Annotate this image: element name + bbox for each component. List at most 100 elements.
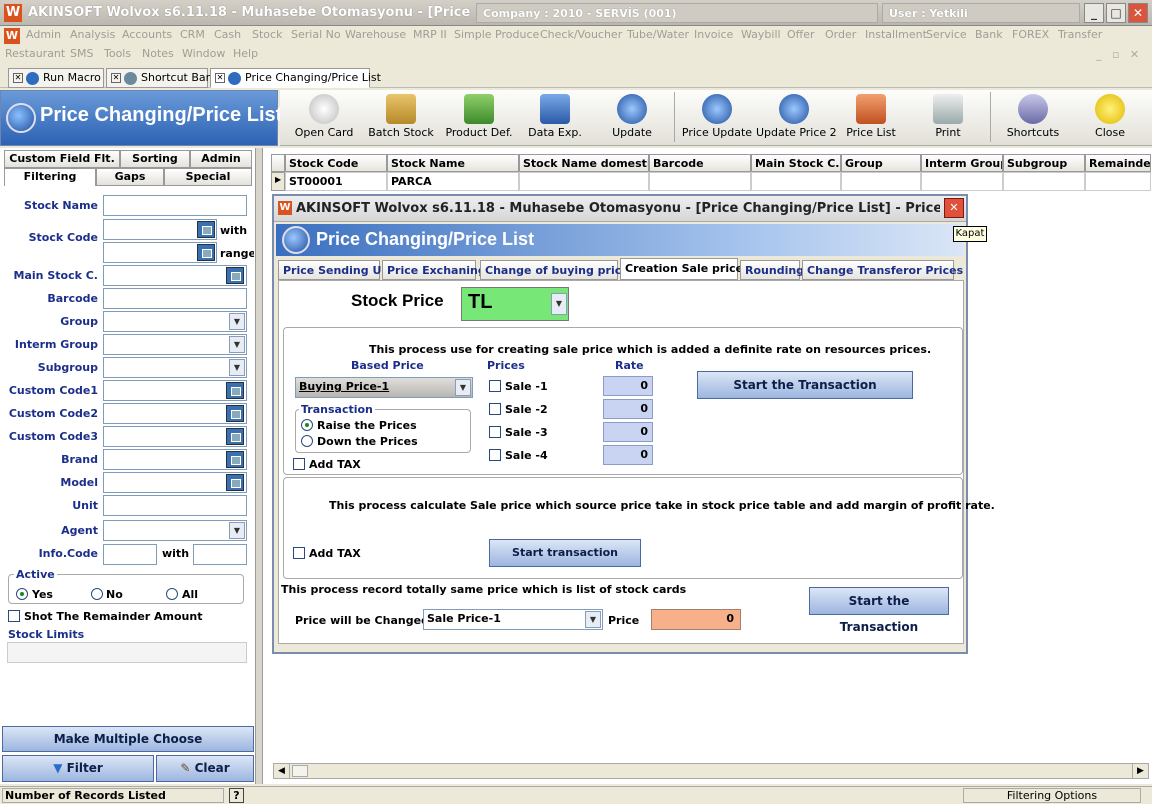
close-icon[interactable]: ✕ — [1128, 3, 1148, 23]
filtering-options-label[interactable]: Filtering Options — [963, 788, 1141, 803]
lookup-icon[interactable] — [226, 405, 244, 422]
tab-change-buying-price[interactable]: Change of buying price — [480, 260, 629, 280]
column-group[interactable]: Group — [841, 154, 921, 172]
sale-2-rate[interactable]: 0 — [603, 399, 653, 419]
lookup-icon[interactable] — [226, 428, 244, 445]
menu-cash[interactable]: Cash — [214, 28, 241, 41]
column-main-stock[interactable]: Main Stock C. — [751, 154, 841, 172]
menu-simple-produce[interactable]: Simple Produce — [454, 28, 539, 41]
menu-window[interactable]: Window — [182, 47, 225, 60]
dialog-close-icon[interactable]: ✕ — [944, 198, 964, 218]
stock-name-input[interactable] — [103, 195, 247, 216]
menu-installment[interactable]: Installment — [865, 28, 927, 41]
open-card-button[interactable]: Open Card — [294, 90, 354, 146]
horizontal-scrollbar[interactable]: ◀ ▶ — [273, 763, 1149, 779]
help-icon[interactable]: ? — [229, 788, 244, 803]
cell-empty[interactable] — [519, 172, 649, 191]
add-tax-checkbox[interactable] — [293, 458, 305, 470]
tab-sorting[interactable]: Sorting — [120, 150, 190, 168]
print-button[interactable]: Print — [918, 90, 978, 146]
tab-gaps[interactable]: Gaps — [96, 168, 164, 186]
scroll-left-icon[interactable]: ◀ — [274, 764, 290, 778]
tab-run-macro[interactable]: ✕ Run Macro — [8, 68, 104, 88]
filter-button[interactable]: ▼ Filter — [2, 755, 154, 782]
menu-tools[interactable]: Tools — [104, 47, 131, 60]
chevron-down-icon[interactable]: ▼ — [229, 336, 245, 353]
cell-empty[interactable] — [841, 172, 921, 191]
close-button[interactable]: Close — [1080, 90, 1140, 146]
update-button[interactable]: Update — [602, 90, 662, 146]
chevron-down-icon[interactable]: ▼ — [229, 313, 245, 330]
lookup-icon[interactable] — [226, 451, 244, 468]
tab-admin[interactable]: Admin — [190, 150, 252, 168]
column-stock-name-domestic[interactable]: Stock Name domestic — [519, 154, 649, 172]
sale-2-checkbox[interactable] — [489, 403, 501, 415]
tab-creation-sale-price[interactable]: Creation Sale price — [620, 258, 743, 280]
menu-analysis[interactable]: Analysis — [70, 28, 115, 41]
menu-accounts[interactable]: Accounts — [122, 28, 172, 41]
clear-button[interactable]: ✎ Clear — [156, 755, 254, 782]
sale-4-rate[interactable]: 0 — [603, 445, 653, 465]
menu-stock[interactable]: Stock — [252, 28, 282, 41]
menu-sms[interactable]: SMS — [70, 47, 93, 60]
data-exp-button[interactable]: Data Exp. — [524, 90, 586, 146]
start-transaction-button-2[interactable]: Start transaction — [489, 539, 641, 567]
menu-admin[interactable]: Admin — [26, 28, 61, 41]
menu-order[interactable]: Order — [825, 28, 856, 41]
add-tax-2-checkbox[interactable] — [293, 547, 305, 559]
down-prices-radio[interactable] — [301, 435, 313, 447]
active-no-radio[interactable] — [91, 588, 103, 600]
price-update-button[interactable]: Price Update — [680, 90, 754, 146]
column-remainder[interactable]: Remainder — [1085, 154, 1151, 172]
tab-special[interactable]: Special — [164, 168, 252, 186]
start-transaction-button-1[interactable]: Start the Transaction — [697, 371, 913, 399]
barcode-input[interactable] — [103, 288, 247, 309]
menu-check-voucher[interactable]: Check/Voucher — [540, 28, 622, 41]
sale-3-rate[interactable]: 0 — [603, 422, 653, 442]
menu-tube-water[interactable]: Tube/Water — [627, 28, 689, 41]
menu-invoice[interactable]: Invoice — [694, 28, 733, 41]
column-subgroup[interactable]: Subgroup — [1003, 154, 1085, 172]
cell-stock-code[interactable]: ST00001 — [285, 172, 387, 191]
cell-empty[interactable] — [751, 172, 841, 191]
cell-stock-name[interactable]: PARCA — [387, 172, 519, 191]
tab-filtering[interactable]: Filtering — [4, 168, 96, 186]
price-changed-select[interactable]: Sale Price-1 — [423, 609, 603, 630]
shortcuts-button[interactable]: Shortcuts — [1000, 90, 1066, 146]
group-select[interactable] — [103, 311, 247, 332]
chevron-down-icon[interactable]: ▼ — [585, 611, 601, 628]
tab-custom-field-flt[interactable]: Custom Field Flt. — [4, 150, 120, 168]
tab-rounding[interactable]: Rounding — [740, 260, 804, 280]
sale-1-checkbox[interactable] — [489, 380, 501, 392]
tab-price-sending-up[interactable]: Price Sending Up — [278, 260, 389, 280]
menu-help[interactable]: Help — [233, 47, 258, 60]
sale-1-rate[interactable]: 0 — [603, 376, 653, 396]
menu-service[interactable]: Service — [926, 28, 967, 41]
active-yes-radio[interactable] — [16, 588, 28, 600]
maximize-icon[interactable]: □ — [1106, 3, 1126, 23]
lookup-icon[interactable] — [226, 474, 244, 491]
shot-remainder-checkbox[interactable] — [8, 610, 20, 622]
start-transaction-button-3[interactable]: Start the Transaction — [809, 587, 949, 634]
menu-notes[interactable]: Notes — [142, 47, 174, 60]
menu-crm[interactable]: CRM — [180, 28, 205, 41]
column-barcode[interactable]: Barcode — [649, 154, 751, 172]
menu-mrp-ii[interactable]: MRP II — [413, 28, 447, 41]
interm-group-select[interactable] — [103, 334, 247, 355]
menu-warehouse[interactable]: Warehouse — [345, 28, 406, 41]
tab-close-icon[interactable]: ✕ — [111, 73, 121, 83]
sale-4-checkbox[interactable] — [489, 449, 501, 461]
tab-shortcut-bar[interactable]: ✕ Shortcut Bar — [106, 68, 210, 88]
chevron-down-icon[interactable]: ▼ — [229, 359, 245, 376]
stock-limits-select[interactable] — [7, 642, 247, 663]
info-code-to-input[interactable] — [193, 544, 247, 565]
lookup-icon[interactable] — [226, 382, 244, 399]
scroll-right-icon[interactable]: ▶ — [1132, 764, 1148, 778]
tab-change-transferor-prices[interactable]: Change Transferor Prices — [802, 260, 963, 280]
mdi-controls[interactable]: _ ▫ ✕ — [1096, 48, 1139, 61]
batch-stock-button[interactable]: Batch Stock — [366, 90, 436, 146]
column-stock-name[interactable]: Stock Name — [387, 154, 519, 172]
tab-price-changing[interactable]: ✕ Price Changing/Price List — [210, 68, 381, 88]
chevron-down-icon[interactable]: ▼ — [551, 293, 567, 315]
chevron-down-icon[interactable]: ▼ — [229, 522, 245, 539]
